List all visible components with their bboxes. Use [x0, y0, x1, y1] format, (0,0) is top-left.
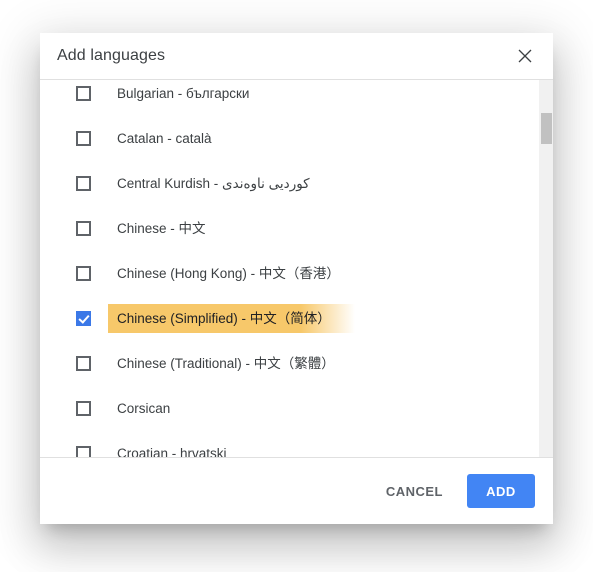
language-label: Chinese - 中文	[117, 221, 206, 236]
cancel-button[interactable]: CANCEL	[374, 475, 455, 508]
checkbox-unchecked[interactable]	[76, 401, 91, 416]
checkbox-unchecked[interactable]	[76, 266, 91, 281]
language-list-scroll-area[interactable]: Bulgarian - български Catalan - català Cen…	[40, 80, 553, 458]
language-row[interactable]: Chinese (Simplified) - 中文（简体）	[40, 296, 553, 341]
language-label: Chinese (Simplified) - 中文（简体）	[117, 311, 331, 326]
language-label-wrapper: Bulgarian - български	[117, 80, 249, 108]
dialog-footer: CANCEL ADD	[40, 458, 553, 524]
dialog-title: Add languages	[57, 47, 166, 64]
close-icon[interactable]	[511, 42, 539, 70]
dialog-header: Add languages	[40, 33, 553, 80]
checkbox-unchecked[interactable]	[76, 176, 91, 191]
language-row[interactable]: Corsican	[40, 386, 553, 431]
language-row[interactable]: Chinese (Traditional) - 中文（繁體）	[40, 341, 553, 386]
language-label: Chinese (Hong Kong) - 中文（香港）	[117, 266, 340, 281]
language-label-wrapper: Chinese (Traditional) - 中文（繁體）	[117, 349, 335, 378]
language-row[interactable]: Bulgarian - български	[40, 80, 553, 116]
language-row[interactable]: Croatian - hrvatski	[40, 431, 553, 458]
scrollbar-thumb[interactable]	[541, 113, 552, 144]
language-label: Catalan - català	[117, 131, 212, 146]
language-label-wrapper: Corsican	[117, 394, 170, 423]
language-row[interactable]: Catalan - català	[40, 116, 553, 161]
language-label: Corsican	[117, 401, 171, 416]
language-label: Central Kurdish - کوردیی ناوەندی	[117, 176, 310, 191]
checkbox-checked[interactable]	[76, 311, 91, 326]
scrollbar-track[interactable]	[538, 80, 553, 457]
language-label-wrapper: Chinese - 中文	[117, 214, 206, 243]
language-list: Bulgarian - български Catalan - català Cen…	[40, 80, 553, 458]
add-languages-dialog: Add languages Bulgarian - български Catal…	[40, 33, 553, 524]
language-label: Croatian - hrvatski	[117, 446, 227, 458]
language-label-wrapper: Catalan - català	[117, 124, 212, 153]
language-label-wrapper: Central Kurdish - کوردیی ناوەندی	[117, 169, 310, 198]
language-row[interactable]: Chinese - 中文	[40, 206, 553, 251]
language-label-wrapper: Croatian - hrvatski	[117, 439, 227, 458]
checkbox-unchecked[interactable]	[76, 221, 91, 236]
checkbox-unchecked[interactable]	[76, 356, 91, 371]
checkbox-unchecked[interactable]	[76, 86, 91, 101]
language-label: Chinese (Traditional) - 中文（繁體）	[117, 356, 335, 371]
checkbox-unchecked[interactable]	[76, 446, 91, 457]
add-button[interactable]: ADD	[467, 474, 535, 508]
language-label: Bulgarian - български	[117, 86, 250, 101]
language-label-wrapper: Chinese (Simplified) - 中文（简体）	[108, 304, 355, 333]
language-row[interactable]: Central Kurdish - کوردیی ناوەندی	[40, 161, 553, 206]
language-row[interactable]: Chinese (Hong Kong) - 中文（香港）	[40, 251, 553, 296]
checkbox-unchecked[interactable]	[76, 131, 91, 146]
language-label-wrapper: Chinese (Hong Kong) - 中文（香港）	[117, 259, 340, 288]
